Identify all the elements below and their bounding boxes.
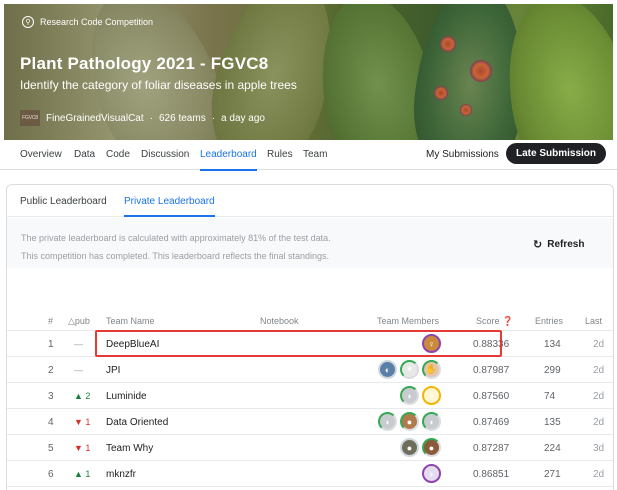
last-submission-cell: 2d (593, 339, 605, 350)
entries-cell: 134 (544, 339, 561, 350)
score-cell: 0.86851 (473, 469, 510, 480)
host-logo[interactable]: FGVC8 (20, 110, 40, 126)
last-submission-cell: 2d (593, 417, 605, 428)
rank-cell: 3 (48, 391, 54, 402)
table-row[interactable]: 4 ▼ 1 Data Oriented 0.87469 135 2d ◗ ● ◗ (7, 409, 613, 435)
late-submission-button[interactable]: Late Submission (506, 143, 606, 164)
team-name-link[interactable]: Team Why (106, 443, 153, 454)
entries-cell: 299 (544, 365, 561, 376)
tab-rules[interactable]: Rules (267, 149, 293, 160)
last-submission-cell: 2d (593, 391, 605, 402)
delta-cell: ▼ 1 (74, 417, 91, 427)
competition-nav: Overview Data Code Discussion Leaderboar… (0, 140, 617, 171)
host-info: FGVC8 FineGrainedVisualCat · 626 teams ·… (20, 110, 265, 126)
col-last[interactable]: Last (585, 316, 602, 326)
score-cell: 0.87987 (473, 365, 510, 376)
avatar[interactable]: ◗ (422, 412, 441, 431)
delta-cell: — (74, 339, 83, 349)
avatar[interactable]: ◗ (400, 386, 419, 405)
info-text: This competition has completed. This lea… (21, 251, 329, 261)
entries-cell: 271 (544, 469, 561, 480)
avatar[interactable]: ● (400, 438, 419, 457)
refresh-icon: ↻ (533, 239, 543, 251)
tab-leaderboard[interactable]: Leaderboard (200, 149, 257, 171)
team-members: ◐ ✶ ✋ (378, 360, 441, 379)
competition-header-banner: ⚲ Research Code Competition Plant Pathol… (4, 4, 613, 140)
team-members: ◗ ● ◗ (378, 412, 441, 431)
team-members: ◗ (422, 464, 441, 483)
table-row[interactable]: 5 ▼ 1 Team Why 0.87287 224 3d ● ● (7, 435, 613, 461)
rank-cell: 1 (48, 339, 54, 350)
avatar[interactable]: ✶ (400, 360, 419, 379)
last-submission-cell: 2d (593, 365, 605, 376)
team-name-link[interactable]: JPI (106, 365, 120, 376)
my-submissions-link[interactable]: My Submissions (426, 149, 499, 160)
info-text: The private leaderboard is calculated wi… (21, 233, 331, 243)
score-cell: 0.87287 (473, 443, 510, 454)
col-rank[interactable]: # (48, 316, 53, 326)
score-cell: 0.87560 (473, 391, 510, 402)
leaderboard-info: The private leaderboard is calculated wi… (7, 218, 613, 268)
last-submission-cell: 2d (593, 469, 605, 480)
team-name-link[interactable]: Luminide (106, 391, 147, 402)
table-header: # △pub Team Name Notebook Team Members S… (7, 313, 613, 331)
host-name[interactable]: FineGrainedVisualCat (46, 113, 144, 124)
last-updated: a day ago (221, 112, 265, 124)
avatar[interactable]: ● (400, 412, 419, 431)
team-members: ◗ ♆ (400, 386, 441, 405)
leaderboard-tabs: Public Leaderboard Private Leaderboard (7, 185, 613, 217)
col-team-name[interactable]: Team Name (106, 316, 155, 326)
rank-cell: 6 (48, 469, 54, 480)
entries-cell: 135 (544, 417, 561, 428)
refresh-button[interactable]: ↻ Refresh (533, 238, 584, 251)
tab-team[interactable]: Team (303, 149, 327, 160)
competition-subtitle: Identify the category of foliar diseases… (20, 78, 297, 92)
tab-discussion[interactable]: Discussion (141, 149, 189, 160)
team-name-link[interactable]: Data Oriented (106, 417, 168, 428)
tab-data[interactable]: Data (74, 149, 95, 160)
table-row[interactable]: 6 ▲ 1 mknzfr 0.86851 271 2d ◗ (7, 461, 613, 487)
avatar[interactable]: ✋ (422, 360, 441, 379)
tab-code[interactable]: Code (106, 149, 130, 160)
delta-cell: ▼ 1 (74, 443, 91, 453)
competition-type: ⚲ Research Code Competition (22, 16, 153, 28)
avatar[interactable]: ◗ (378, 412, 397, 431)
delta-cell: — (74, 365, 83, 375)
col-team-members: Team Members (377, 316, 440, 326)
rank-cell: 5 (48, 443, 54, 454)
avatar[interactable]: ◐ (378, 360, 397, 379)
col-entries[interactable]: Entries (535, 316, 563, 326)
rank-cell: 2 (48, 365, 54, 376)
col-delta-public[interactable]: △pub (68, 316, 90, 327)
trophy-icon: ⚲ (22, 16, 34, 28)
last-submission-cell: 3d (593, 443, 605, 454)
avatar[interactable]: ◗ (422, 464, 441, 483)
team-count: 626 teams (159, 112, 206, 124)
col-notebook: Notebook (260, 316, 299, 326)
rank-cell: 4 (48, 417, 54, 428)
highlight-box (95, 330, 502, 357)
table-row[interactable]: 2 — JPI 0.87987 299 2d ◐ ✶ ✋ (7, 357, 613, 383)
tab-public-leaderboard[interactable]: Public Leaderboard (20, 196, 107, 207)
leaderboard-card: Public Leaderboard Private Leaderboard T… (6, 184, 614, 490)
delta-cell: ▲ 2 (74, 391, 91, 401)
col-score[interactable]: Score ❓ (476, 316, 513, 327)
delta-cell: ▲ 1 (74, 469, 91, 479)
team-members: ● ● (400, 438, 441, 457)
score-cell: 0.87469 (473, 417, 510, 428)
entries-cell: 74 (544, 391, 556, 402)
avatar[interactable]: ♆ (422, 386, 441, 405)
table-row[interactable]: 3 ▲ 2 Luminide 0.87560 74 2d ◗ ♆ (7, 383, 613, 409)
tab-private-leaderboard[interactable]: Private Leaderboard (124, 196, 215, 217)
competition-title: Plant Pathology 2021 - FGVC8 (20, 54, 269, 73)
avatar[interactable]: ● (422, 438, 441, 457)
tab-overview[interactable]: Overview (20, 149, 62, 160)
team-name-link[interactable]: mknzfr (106, 469, 136, 480)
entries-cell: 224 (544, 443, 561, 454)
